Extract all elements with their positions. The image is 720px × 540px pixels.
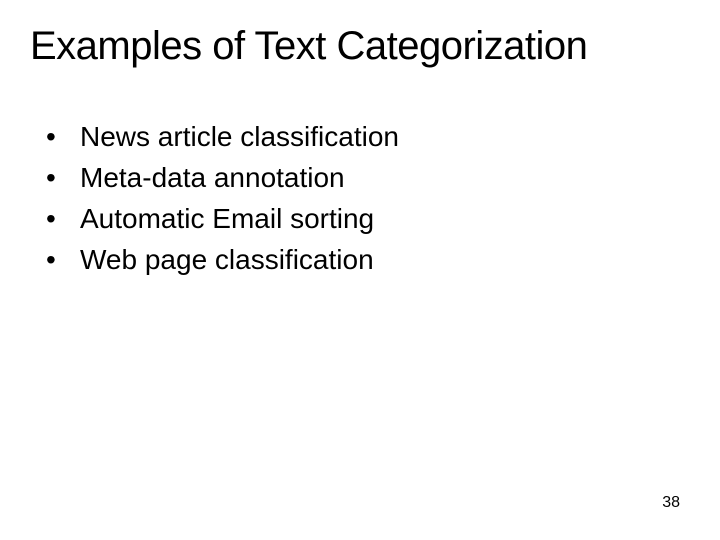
slide: Examples of Text Categorization • News a… [0,0,720,540]
bullet-list: • News article classification • Meta-dat… [30,119,690,277]
bullet-icon: • [40,203,80,235]
bullet-text: Meta-data annotation [80,160,345,195]
bullet-icon: • [40,244,80,276]
bullet-text: Web page classification [80,242,374,277]
bullet-icon: • [40,121,80,153]
list-item: • News article classification [40,119,690,154]
page-number: 38 [662,494,680,512]
bullet-text: News article classification [80,119,399,154]
list-item: • Web page classification [40,242,690,277]
slide-title: Examples of Text Categorization [30,24,690,69]
list-item: • Meta-data annotation [40,160,690,195]
list-item: • Automatic Email sorting [40,201,690,236]
bullet-text: Automatic Email sorting [80,201,374,236]
bullet-icon: • [40,162,80,194]
